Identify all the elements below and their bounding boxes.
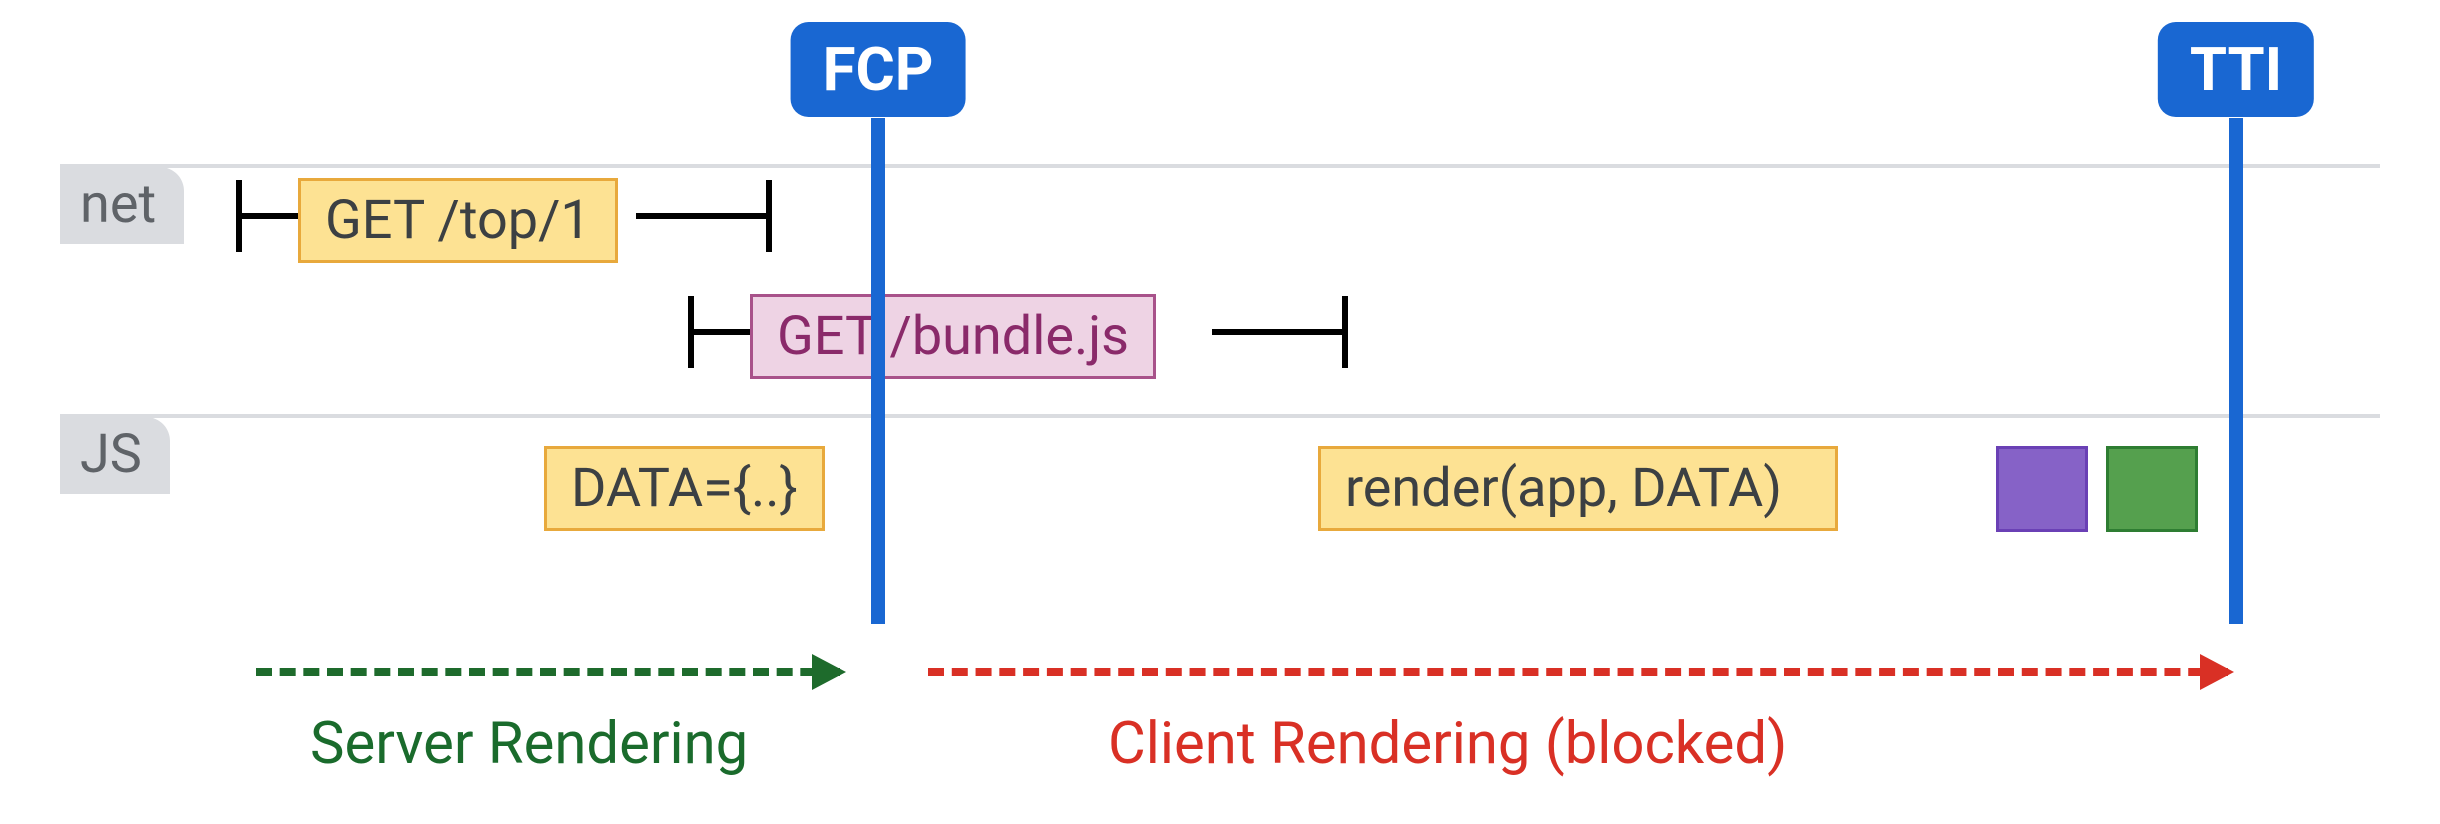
marker-tti-line [2229, 118, 2243, 624]
rendering-timeline-diagram: FCP TTI net GET /top/1 GET /bundle.js JS… [0, 0, 2440, 824]
phase-server-arrow [256, 668, 840, 676]
marker-fcp-flag: FCP [791, 22, 966, 117]
phase-client-label: Client Rendering (blocked) [1108, 710, 1787, 778]
whisker-line [688, 329, 750, 335]
track-label-net: net [60, 167, 184, 244]
marker-fcp-line [871, 118, 885, 624]
track-label-js: JS [60, 417, 170, 494]
whisker-line [636, 213, 766, 219]
track-line-js [60, 414, 2380, 418]
net-request-top-1: GET /top/1 [298, 178, 618, 263]
track-line-net [60, 164, 2380, 168]
phase-server-label: Server Rendering [310, 710, 748, 778]
net-request-bundle-js: GET /bundle.js [750, 294, 1156, 379]
js-task-data: DATA={..} [544, 446, 825, 531]
whisker-line [1212, 329, 1342, 335]
whisker-line [236, 213, 298, 219]
js-task-purple [1996, 446, 2088, 532]
whisker-cap [766, 180, 772, 252]
marker-tti-flag: TTI [2158, 22, 2314, 117]
whisker-cap [1342, 296, 1348, 368]
phase-client-arrow [928, 668, 2228, 676]
js-task-render: render(app, DATA) [1318, 446, 1838, 531]
js-task-green [2106, 446, 2198, 532]
